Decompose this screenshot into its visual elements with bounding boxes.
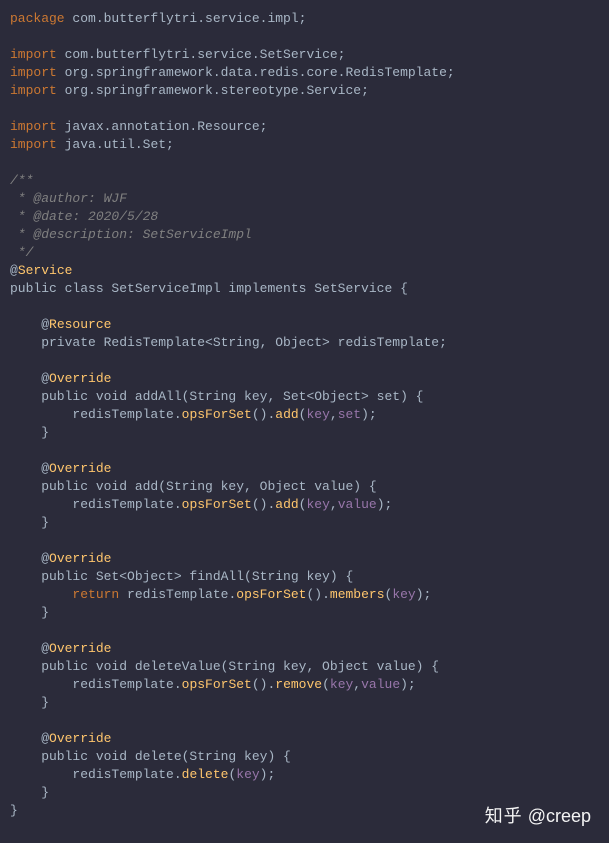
keyword: import — [10, 119, 57, 134]
punct: ; — [166, 137, 174, 152]
punct: ; — [260, 119, 268, 134]
variable: value — [338, 497, 377, 512]
brace-close: } — [10, 695, 49, 710]
code-block: package com.butterflytri.service.impl; i… — [10, 10, 599, 820]
method-sig: public void add(String key, Object value… — [10, 479, 377, 494]
annotation-name: Override — [49, 641, 111, 656]
variable: key — [330, 677, 353, 692]
classname: Service — [306, 83, 361, 98]
code-text: (). — [252, 497, 275, 512]
namespace: com.butterflytri.service.impl — [65, 11, 299, 26]
keyword: import — [10, 65, 57, 80]
annotation-at: @ — [10, 731, 49, 746]
annotation-name: Resource — [49, 317, 111, 332]
method-call: opsForSet — [236, 587, 306, 602]
method-call: opsForSet — [182, 677, 252, 692]
comment: * @description: SetServiceImpl — [10, 227, 252, 242]
code-text: ); — [361, 407, 377, 422]
annotation-at: @ — [10, 263, 18, 278]
brace-close: } — [10, 425, 49, 440]
annotation-at: @ — [10, 461, 49, 476]
annotation-name: Override — [49, 461, 111, 476]
annotation-name: Override — [49, 551, 111, 566]
classname: Resource — [197, 119, 259, 134]
code-text: ); — [400, 677, 416, 692]
watermark-handle: @creep — [523, 806, 591, 826]
keyword: return — [72, 587, 119, 602]
method-call: members — [330, 587, 385, 602]
watermark-logo: 知乎 — [485, 806, 523, 826]
code-text: redisTemplate. — [10, 407, 182, 422]
code-text: redisTemplate. — [10, 497, 182, 512]
code-text: redisTemplate. — [10, 677, 182, 692]
variable: key — [236, 767, 259, 782]
namespace: org.springframework.stereotype. — [57, 83, 307, 98]
method-sig: public void addAll(String key, Set<Objec… — [10, 389, 423, 404]
annotation-name: Override — [49, 731, 111, 746]
classname: Set — [143, 137, 166, 152]
keyword: import — [10, 83, 57, 98]
code-text: redisTemplate. — [119, 587, 236, 602]
code-text: redisTemplate. — [10, 767, 182, 782]
classname: RedisTemplate — [345, 65, 446, 80]
method-call: add — [275, 497, 298, 512]
annotation-at: @ — [10, 551, 49, 566]
comment: * @author: WJF — [10, 191, 127, 206]
code-text: ); — [260, 767, 276, 782]
field-decl: private RedisTemplate<String, Object> re… — [10, 335, 447, 350]
method-sig: public void deleteValue(String key, Obje… — [10, 659, 439, 674]
code-text: ); — [377, 497, 393, 512]
annotation-name: Override — [49, 371, 111, 386]
variable: key — [306, 407, 329, 422]
method-call: opsForSet — [182, 497, 252, 512]
namespace: javax.annotation. — [57, 119, 197, 134]
variable: value — [361, 677, 400, 692]
namespace: org.springframework.data.redis.core. — [57, 65, 346, 80]
code-text: ); — [416, 587, 432, 602]
code-text: , — [330, 407, 338, 422]
brace-close: } — [10, 515, 49, 530]
namespace: com.butterflytri.service. — [57, 47, 260, 62]
keyword: import — [10, 137, 57, 152]
annotation-at: @ — [10, 641, 49, 656]
comment: * @date: 2020/5/28 — [10, 209, 158, 224]
namespace: java.util. — [57, 137, 143, 152]
annotation-at: @ — [10, 317, 49, 332]
annotation-name: Service — [18, 263, 73, 278]
code-text: ( — [322, 677, 330, 692]
classname: SetService — [260, 47, 338, 62]
punct: ; — [338, 47, 346, 62]
method-call: add — [275, 407, 298, 422]
brace-close: } — [10, 803, 18, 818]
brace-close: } — [10, 605, 49, 620]
watermark: 知乎 @creep — [485, 807, 591, 825]
method-call: remove — [275, 677, 322, 692]
code-text: , — [353, 677, 361, 692]
annotation-at: @ — [10, 371, 49, 386]
variable: key — [392, 587, 415, 602]
method-call: delete — [182, 767, 229, 782]
variable: set — [338, 407, 361, 422]
brace-close: } — [10, 785, 49, 800]
code-text: (). — [306, 587, 329, 602]
method-sig: public void delete(String key) { — [10, 749, 291, 764]
comment: */ — [10, 245, 33, 260]
punct: ; — [447, 65, 455, 80]
comment: /** — [10, 173, 33, 188]
keyword: package — [10, 11, 65, 26]
punct: ; — [299, 11, 307, 26]
code-text — [10, 587, 72, 602]
variable: key — [306, 497, 329, 512]
keyword: import — [10, 47, 57, 62]
class-decl: public class SetServiceImpl implements S… — [10, 281, 408, 296]
method-sig: public Set<Object> findAll(String key) { — [10, 569, 353, 584]
punct: ; — [361, 83, 369, 98]
code-text: (). — [252, 407, 275, 422]
code-text: (). — [252, 677, 275, 692]
code-text: , — [330, 497, 338, 512]
method-call: opsForSet — [182, 407, 252, 422]
